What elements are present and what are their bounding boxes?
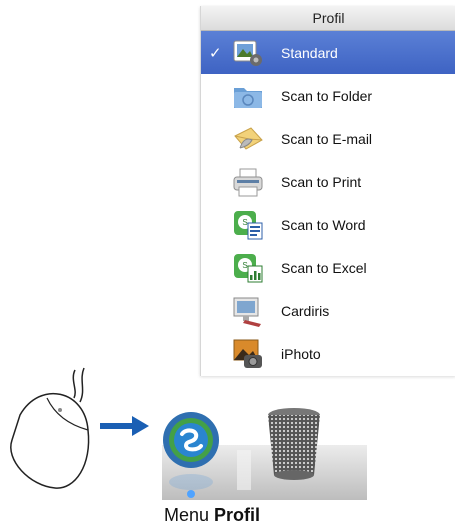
email-icon [234,126,263,150]
folder-icon [234,87,262,108]
printer-icon [233,168,263,196]
profile-menu: Profil ✓ Standard Scan to Folder Scan to… [200,6,455,376]
menu-item-label: Standard [281,44,338,61]
cardiris-icon [233,297,261,327]
menu-item-label: Scan to Word [281,216,366,233]
menu-item-scan-to-word[interactable]: S Scan to Word [201,203,455,246]
caption-bold: Profil [214,505,261,525]
menu-item-label: Scan to Folder [281,87,373,104]
menu-item-scan-to-excel[interactable]: S Scan to Excel [201,246,455,289]
menu-title: Profil [201,6,455,31]
svg-text:S: S [242,261,247,270]
menu-item-standard[interactable]: ✓ Standard [201,31,455,74]
menu-item-label: Scan to Excel [281,259,367,276]
menu-item-scan-to-folder[interactable]: Scan to Folder [201,74,455,117]
scansnap-manager-icon[interactable] [160,410,222,500]
menu-item-scan-to-email[interactable]: Scan to E-mail [201,117,455,160]
menu-item-scan-to-print[interactable]: Scan to Print [201,160,455,203]
menu-item-cardiris[interactable]: Cardiris [201,289,455,332]
excel-icon: S [234,253,263,282]
check-icon: ✓ [209,44,222,62]
standard-profile-icon [233,40,262,66]
mouse-illustration [10,367,90,489]
menu-item-label: Scan to Print [281,173,362,190]
word-icon: S [234,210,263,239]
trash-icon[interactable] [268,408,320,480]
svg-text:S: S [242,218,247,227]
menu-item-label: iPhoto [281,345,321,362]
menu-item-label: Scan to E-mail [281,130,373,147]
iphoto-icon [233,339,262,368]
right-arrow-icon [100,416,149,436]
menu-item-iphoto[interactable]: iPhoto [201,332,455,375]
menu-item-label: Cardiris [281,302,330,319]
caption-prefix: Menu [164,505,215,525]
